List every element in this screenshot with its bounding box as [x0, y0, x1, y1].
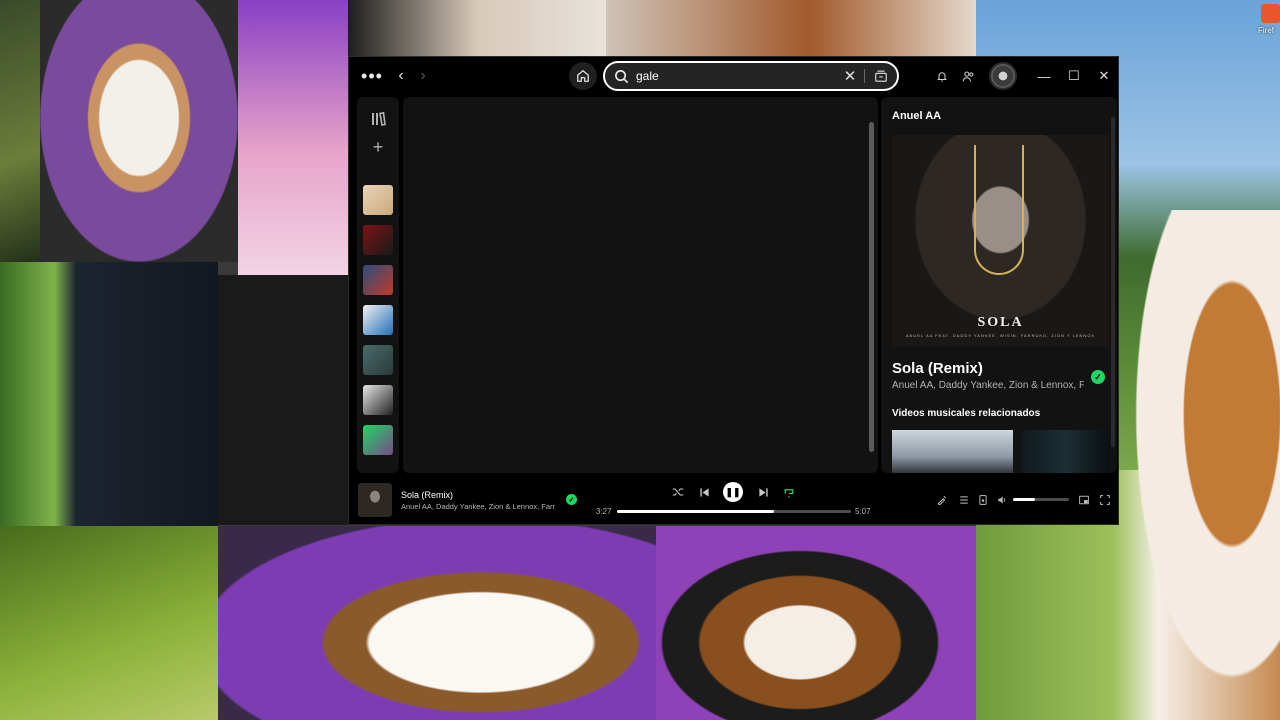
search-bar[interactable]: ✕: [603, 61, 899, 91]
miniplayer-icon[interactable]: [1077, 493, 1091, 507]
playlist-thumbnail[interactable]: [363, 265, 393, 295]
wallpaper-tile: [656, 526, 976, 720]
friends-icon[interactable]: [959, 67, 977, 85]
album-art-chain: [974, 145, 1024, 275]
wallpaper-tile: [218, 526, 656, 720]
playlist-thumbnail[interactable]: [363, 425, 393, 455]
browse-icon[interactable]: [871, 66, 891, 86]
bell-icon[interactable]: [933, 67, 951, 85]
wallpaper-tile: [348, 0, 606, 56]
previous-icon[interactable]: [696, 484, 712, 500]
volume-fill: [1013, 498, 1036, 501]
home-button[interactable]: [569, 62, 597, 90]
wallpaper-tile: [218, 275, 348, 525]
device-icon[interactable]: [976, 493, 990, 507]
related-videos-heading: Videos musicales relacionados: [892, 408, 1041, 419]
home-icon: [577, 69, 589, 82]
avatar[interactable]: [989, 62, 1017, 90]
volume-icon[interactable]: [995, 493, 1009, 507]
check-icon[interactable]: ✓: [1091, 370, 1105, 384]
title-bar: ••• ‹ › ✕: [349, 57, 1118, 95]
fullscreen-icon[interactable]: [1098, 493, 1112, 507]
main-view: [403, 97, 878, 473]
playlist-thumbnail[interactable]: [363, 185, 393, 215]
player-cover[interactable]: [358, 483, 392, 517]
player-artists[interactable]: Anuel AA, Daddy Yankee, Zion & Lennox, F…: [401, 502, 555, 511]
lyrics-icon[interactable]: [935, 493, 949, 507]
search-divider: [864, 69, 865, 83]
wallpaper-tile: [0, 526, 218, 720]
wallpaper-tile: [606, 0, 976, 56]
search-icon: [608, 63, 634, 89]
library-sidebar: +: [357, 97, 399, 473]
music-app-window: ••• ‹ › ✕: [348, 56, 1119, 525]
add-icon[interactable]: +: [367, 137, 389, 157]
video-thumbnail[interactable]: [892, 430, 1013, 473]
main-scrollbar[interactable]: [869, 122, 874, 452]
wallpaper-tile: [238, 0, 348, 275]
shuffle-icon[interactable]: [670, 484, 686, 500]
queue-icon[interactable]: [957, 493, 971, 507]
volume-slider[interactable]: [1013, 498, 1069, 501]
progress-bar[interactable]: [617, 510, 851, 513]
video-thumbnail[interactable]: [1022, 430, 1109, 473]
time-total: 5:07: [855, 507, 871, 516]
now-playing-panel: Anuel AA SOLA ANUEL AA FEAT. DADDY YANKE…: [881, 97, 1117, 473]
repeat-icon[interactable]: [781, 484, 797, 500]
desktop-shortcut-icon[interactable]: [1261, 4, 1280, 23]
wallpaper-tile: [1120, 210, 1280, 720]
album-art-subtitle: ANUEL AA FEAT. DADDY YANKEE, WISIN, FARR…: [905, 333, 1096, 338]
back-icon[interactable]: ‹: [391, 66, 411, 86]
wallpaper-tile: [40, 0, 238, 262]
album-art: SOLA ANUEL AA FEAT. DADDY YANKEE, WISIN,…: [892, 135, 1109, 347]
clear-icon[interactable]: ✕: [841, 67, 859, 85]
playlist-thumbnail[interactable]: [363, 345, 393, 375]
search-input[interactable]: [636, 69, 836, 83]
maximize-icon[interactable]: ☐: [1064, 66, 1084, 86]
wallpaper-tile: [0, 0, 40, 262]
now-playing-scrollbar[interactable]: [1111, 117, 1115, 447]
time-current: 3:27: [596, 507, 612, 516]
now-playing-header[interactable]: Anuel AA: [892, 110, 941, 122]
album-art-title: SOLA: [977, 315, 1024, 330]
playlist-thumbnail[interactable]: [363, 305, 393, 335]
forward-icon[interactable]: ›: [413, 66, 433, 86]
pause-icon[interactable]: ❚❚: [723, 482, 743, 502]
wallpaper-tile: [0, 262, 218, 526]
close-window-icon[interactable]: ✕: [1094, 66, 1114, 86]
minimize-icon[interactable]: —: [1034, 66, 1054, 86]
now-playing-song[interactable]: Sola (Remix): [892, 360, 983, 377]
playlist-thumbnail[interactable]: [363, 225, 393, 255]
desktop-shortcut-label: Firef: [1258, 26, 1274, 35]
progress-fill: [617, 510, 774, 513]
player-bar: Sola (Remix) Anuel AA, Daddy Yankee, Zio…: [349, 475, 1118, 525]
menu-dots-icon[interactable]: •••: [359, 66, 385, 86]
check-icon[interactable]: ✓: [566, 494, 577, 505]
next-icon[interactable]: [755, 484, 771, 500]
player-song-title[interactable]: Sola (Remix): [401, 490, 453, 500]
library-icon[interactable]: [367, 109, 389, 129]
playlist-thumbnail[interactable]: [363, 385, 393, 415]
now-playing-artists[interactable]: Anuel AA, Daddy Yankee, Zion & Lennox, F…: [892, 380, 1084, 391]
